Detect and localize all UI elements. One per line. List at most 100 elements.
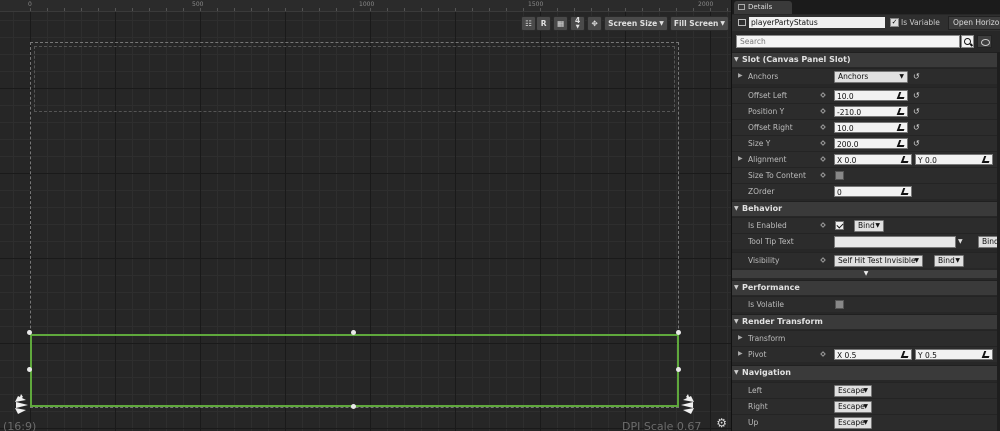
- is-volatile-checkbox[interactable]: [835, 300, 844, 309]
- nav-left-dropdown[interactable]: Escape ▼: [834, 385, 872, 397]
- nav-up-dropdown[interactable]: Escape ▼: [834, 417, 872, 429]
- size-to-content-checkbox[interactable]: [835, 171, 844, 180]
- row-nav-left: Left Escape ▼: [732, 382, 1000, 398]
- grid-snap-button[interactable]: ▦: [553, 16, 569, 31]
- viewport-toolbar: ☷ R ▦ 4 ▼ ✥ Screen Size ▼ Fill Screen ▼: [521, 16, 729, 31]
- respect-locks-button[interactable]: ✥: [587, 16, 603, 31]
- section-performance[interactable]: ▼ Performance: [732, 280, 1000, 295]
- chevron-down-icon: ▼: [914, 257, 919, 264]
- collapse-triangle-icon: ▼: [734, 56, 739, 63]
- offset-right-input[interactable]: 10.0: [834, 122, 908, 133]
- selected-widget-outline[interactable]: [30, 334, 679, 407]
- alignment-y-value: Y 0.0: [918, 156, 937, 165]
- alignment-y-input[interactable]: Y 0.0: [915, 154, 993, 165]
- row-visibility: Visibility Self Hit Test Invisible ▼ Bind…: [732, 252, 1000, 268]
- umg-designer: 0 500 1000 1500 2000 ☷ R ▦ 4 ▼ ✥ Screen S…: [0, 0, 1000, 431]
- open-horizontal-box-button[interactable]: Open Horizo: [948, 16, 1000, 30]
- search-icon[interactable]: [961, 35, 974, 48]
- expand-triangle-icon[interactable]: ▶: [738, 155, 743, 162]
- bind-label: Bind: [938, 256, 955, 265]
- reset-icon[interactable]: ↺: [913, 91, 920, 100]
- keyframe-icon[interactable]: [820, 351, 826, 357]
- chevron-down-icon: ▼: [575, 23, 580, 30]
- nav-right-dropdown[interactable]: Escape ▼: [834, 401, 872, 413]
- expand-triangle-icon[interactable]: ▶: [738, 334, 743, 341]
- row-alignment: ▶ Alignment X 0.0 Y 0.0: [732, 151, 1000, 167]
- tooltip-label: Tool Tip Text: [748, 237, 794, 246]
- move-icon: ✥: [591, 19, 598, 28]
- row-offset-right: Offset Right 10.0 ↺: [732, 119, 1000, 135]
- keyframe-icon[interactable]: [820, 156, 826, 162]
- tab-details[interactable]: Details: [734, 1, 792, 14]
- resize-handle[interactable]: [676, 367, 681, 372]
- expand-triangle-icon[interactable]: ▶: [738, 72, 743, 79]
- anchor-right-icon[interactable]: [679, 394, 701, 416]
- grid-icon: ▦: [557, 19, 565, 28]
- anchors-value: Anchors: [838, 72, 869, 81]
- fill-screen-dropdown[interactable]: Fill Screen ▼: [669, 16, 729, 31]
- layout-mode-button[interactable]: ☷: [521, 16, 537, 31]
- is-volatile-label: Is Volatile: [748, 300, 785, 309]
- resize-handle[interactable]: [676, 330, 681, 335]
- pivot-x-input[interactable]: X 0.5: [834, 349, 912, 360]
- keyframe-icon[interactable]: [820, 140, 826, 146]
- bind-label: Bind: [858, 221, 875, 230]
- size-y-input[interactable]: 200.0: [834, 138, 908, 149]
- keyframe-icon[interactable]: [820, 124, 826, 130]
- keyframe-icon[interactable]: [820, 92, 826, 98]
- zorder-input[interactable]: 0: [834, 186, 912, 197]
- resize-handle[interactable]: [27, 330, 32, 335]
- resize-handle[interactable]: [351, 404, 356, 409]
- row-is-volatile: Is Volatile: [732, 296, 1000, 312]
- chevron-down-icon: ▼: [863, 387, 868, 394]
- advanced-expand-bar[interactable]: ▼: [732, 270, 1000, 278]
- pivot-y-input[interactable]: Y 0.5: [915, 349, 993, 360]
- horizontal-ruler: 0 500 1000 1500 2000: [0, 0, 731, 12]
- reset-icon[interactable]: ↺: [913, 123, 920, 132]
- search-input[interactable]: Search: [736, 35, 960, 48]
- row-offset-left: Offset Left 10.0 ↺: [732, 87, 1000, 103]
- anchor-left-icon[interactable]: [8, 394, 30, 416]
- section-title: Navigation: [742, 368, 791, 377]
- alignment-x-input[interactable]: X 0.0: [834, 154, 912, 165]
- keyframe-icon[interactable]: [820, 257, 826, 263]
- render-mode-button[interactable]: R: [536, 16, 552, 31]
- is-enabled-bind-dropdown[interactable]: Bind ▼: [854, 220, 884, 232]
- keyframe-icon[interactable]: [820, 108, 826, 114]
- is-enabled-checkbox[interactable]: [835, 221, 844, 230]
- resize-handle[interactable]: [27, 367, 32, 372]
- position-y-input[interactable]: -210.0: [834, 106, 908, 117]
- row-anchors: ▶ Anchors Anchors ▼ ↺: [732, 68, 1000, 84]
- widget-name-input[interactable]: playerPartyStatus: [749, 17, 885, 28]
- row-transform: ▶ Transform: [732, 330, 1000, 346]
- nav-up-label: Up: [748, 418, 759, 427]
- keyframe-icon[interactable]: [820, 172, 826, 178]
- visibility-bind-dropdown[interactable]: Bind ▼: [934, 255, 964, 267]
- tooltip-text-input[interactable]: [834, 236, 956, 248]
- ruler-tick-label: 2000: [698, 1, 714, 8]
- reset-icon[interactable]: ↺: [913, 72, 920, 81]
- chevron-down-icon: ▼: [955, 257, 960, 264]
- row-nav-right: Right Escape ▼: [732, 398, 1000, 414]
- section-behavior[interactable]: ▼ Behavior: [732, 201, 1000, 216]
- screen-size-dropdown[interactable]: Screen Size ▼: [604, 16, 668, 31]
- resize-handle[interactable]: [351, 330, 356, 335]
- section-slot[interactable]: ▼ Slot (Canvas Panel Slot): [732, 52, 1000, 67]
- section-render-transform[interactable]: ▼ Render Transform: [732, 314, 1000, 329]
- chevron-down-icon[interactable]: ▼: [958, 238, 963, 245]
- offset-left-input[interactable]: 10.0: [834, 90, 908, 101]
- is-variable-checkbox[interactable]: ✓: [890, 18, 899, 27]
- reset-icon[interactable]: ↺: [913, 139, 920, 148]
- designer-viewport[interactable]: 0 500 1000 1500 2000 ☷ R ▦ 4 ▼ ✥ Screen S…: [0, 0, 732, 431]
- eye-icon[interactable]: [977, 35, 992, 48]
- reset-icon[interactable]: ↺: [913, 107, 920, 116]
- snap-value-dropdown[interactable]: 4 ▼: [570, 16, 586, 31]
- widget-outline[interactable]: [34, 46, 675, 112]
- zorder-value: 0: [837, 188, 842, 197]
- expand-triangle-icon[interactable]: ▶: [738, 350, 743, 357]
- anchors-dropdown[interactable]: Anchors ▼: [834, 71, 908, 83]
- visibility-dropdown[interactable]: Self Hit Test Invisible ▼: [834, 255, 923, 267]
- gear-icon[interactable]: ⚙: [716, 416, 727, 430]
- section-navigation[interactable]: ▼ Navigation: [732, 365, 1000, 380]
- keyframe-icon[interactable]: [820, 222, 826, 228]
